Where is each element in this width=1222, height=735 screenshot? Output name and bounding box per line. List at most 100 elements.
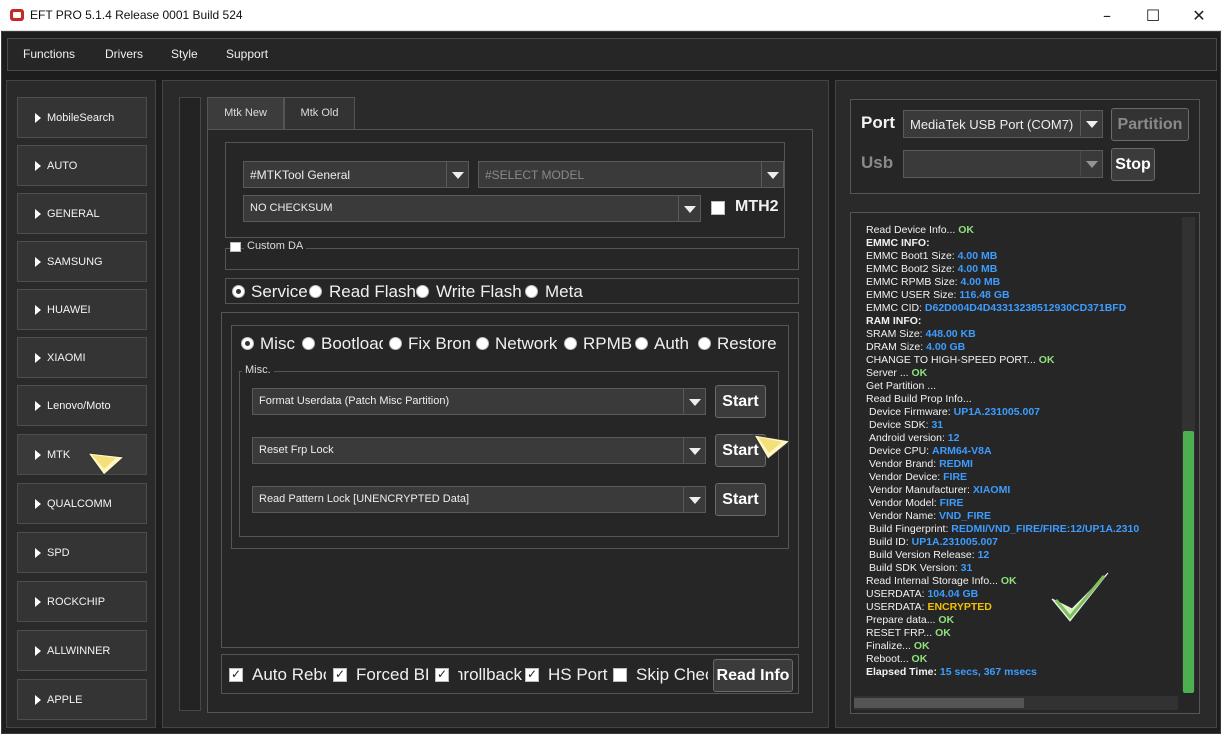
log-value: OK	[1000, 575, 1017, 587]
reset-frp-select[interactable]: Reset Frp Lock	[252, 437, 706, 464]
log-line: RAM INFO:	[866, 315, 921, 327]
brand-spd-button[interactable]: SPD	[17, 532, 147, 573]
log-value: OK	[935, 627, 951, 639]
play-icon	[35, 548, 41, 558]
log-text: DRAM Size:	[866, 341, 927, 353]
log-text: SRAM Size:	[866, 328, 926, 340]
log-text: EMMC CID:	[866, 302, 925, 314]
brand-general-button[interactable]: GENERAL	[17, 193, 147, 234]
brand-allwinner-button[interactable]: ALLWINNER	[17, 630, 147, 671]
rpmb-radio[interactable]	[564, 337, 577, 350]
menu-drivers[interactable]: Drivers	[105, 47, 143, 61]
log-text: Elapsed Time:	[866, 666, 940, 678]
maximize-icon[interactable]: ☐	[1130, 0, 1176, 31]
operations-group: Misc Bootloader Fix Brom Network RPMB Au…	[221, 312, 799, 648]
read-flash-radio[interactable]	[309, 285, 322, 298]
log-value: OK	[1038, 354, 1055, 366]
log-vertical-scrollbar[interactable]	[1182, 217, 1195, 693]
minimize-icon[interactable]: –	[1084, 0, 1130, 31]
bootloader-label: Bootloader	[321, 334, 383, 353]
log-text: USERDATA:	[866, 588, 928, 600]
tab-mtk-old[interactable]: Mtk Old	[284, 97, 355, 130]
network-label: Network	[495, 334, 558, 353]
custom-da-group	[225, 248, 799, 270]
menu-support[interactable]: Support	[226, 47, 268, 61]
log-value: 31	[931, 419, 944, 431]
forced-brom-checkbox[interactable]	[333, 667, 347, 682]
hs-port-checkbox[interactable]	[525, 667, 539, 682]
log-horizontal-scrollbar[interactable]	[854, 696, 1178, 710]
close-icon[interactable]: ✕	[1176, 0, 1222, 31]
scroll-thumb[interactable]	[1183, 431, 1194, 693]
auth-radio[interactable]	[635, 337, 648, 350]
brand-mtk-button[interactable]: MTK	[17, 434, 147, 476]
brand-qualcomm-button[interactable]: QUALCOMM	[17, 483, 147, 524]
log-line: Reboot... OK	[866, 653, 927, 665]
brand-apple-button[interactable]: APPLE	[17, 679, 147, 720]
scroll-thumb[interactable]	[854, 698, 1024, 708]
chevron-down-icon	[683, 438, 705, 463]
brand-xiaomi-button[interactable]: XIAOMI	[17, 337, 147, 378]
chevron-down-icon	[683, 389, 705, 414]
log-line: Elapsed Time: 15 secs, 367 msecs	[866, 666, 1037, 678]
brand-rockchip-button[interactable]: ROCKCHIP	[17, 581, 147, 622]
chevron-down-icon	[678, 196, 700, 221]
log-line: USERDATA: 104.04 GB	[866, 588, 978, 600]
misc-radio[interactable]	[241, 337, 254, 350]
log-text: Build Version Release:	[869, 549, 978, 561]
menu-style[interactable]: Style	[171, 47, 198, 61]
log-value: 12	[947, 432, 960, 444]
play-icon	[35, 646, 41, 656]
brand-auto-button[interactable]: AUTO	[17, 145, 147, 186]
log-line: Device Firmware: UP1A.231005.007	[869, 406, 1040, 418]
stop-button[interactable]: Stop	[1111, 148, 1155, 181]
log-line: EMMC INFO:	[866, 237, 930, 249]
model-select[interactable]: #SELECT MODEL	[478, 161, 784, 188]
unrollback-checkbox[interactable]	[435, 667, 449, 682]
mth2-checkbox[interactable]	[711, 201, 725, 215]
network-radio[interactable]	[476, 337, 489, 350]
port-select[interactable]: MediaTek USB Port (COM7)	[903, 110, 1103, 138]
read-pattern-select[interactable]: Read Pattern Lock [UNENCRYPTED Data]	[252, 486, 706, 513]
log-line: Device SDK: 31	[869, 419, 943, 431]
service-label: Service	[251, 282, 308, 301]
auto-reboot-checkbox[interactable]	[229, 667, 243, 682]
read-info-button[interactable]: Read Info	[713, 659, 793, 692]
service-radio[interactable]	[232, 285, 245, 298]
meta-radio[interactable]	[525, 285, 538, 298]
format-userdata-select[interactable]: Format Userdata (Patch Misc Partition)	[252, 388, 706, 415]
brand-mobilesearch-button[interactable]: MobileSearch	[17, 97, 147, 138]
fix-brom-radio[interactable]	[389, 337, 402, 350]
log-line: EMMC RPMB Size: 4.00 MB	[866, 276, 1000, 288]
skip-check-checkbox[interactable]	[613, 668, 627, 682]
restore-radio[interactable]	[698, 337, 711, 350]
log-value: 4.00 MB	[957, 263, 998, 275]
partition-button[interactable]: Partition	[1111, 108, 1189, 141]
tool-select[interactable]: #MTKTool General	[243, 161, 469, 188]
usb-select[interactable]	[903, 150, 1103, 178]
log-text: EMMC Boot2 Size:	[866, 263, 958, 275]
log-text: RAM INFO:	[866, 315, 922, 327]
play-icon	[35, 353, 41, 363]
log-value: VND_FIRE	[939, 510, 991, 522]
write-flash-radio[interactable]	[416, 285, 429, 298]
read-pattern-start-button[interactable]: Start	[715, 483, 766, 516]
log-line: Finalize... OK	[866, 640, 930, 652]
log-value: FIRE	[943, 471, 968, 483]
log-text: Get Partition ...	[866, 380, 937, 392]
log-text: Reboot...	[866, 653, 912, 665]
custom-da-checkbox[interactable]	[230, 242, 241, 252]
format-userdata-start-button[interactable]: Start	[715, 385, 766, 418]
log-value: FIRE	[939, 497, 964, 509]
brand-lenovo-moto-button[interactable]: Lenovo/Moto	[17, 385, 147, 426]
log-line: Get Partition ...	[866, 380, 936, 392]
tab-mtk-new[interactable]: Mtk New	[207, 97, 284, 130]
checksum-select[interactable]: NO CHECKSUM	[243, 195, 701, 222]
log-text: Device Firmware:	[869, 406, 954, 418]
bootloader-radio[interactable]	[302, 337, 315, 350]
brand-samsung-button[interactable]: SAMSUNG	[17, 241, 147, 282]
log-line: EMMC Boot2 Size: 4.00 MB	[866, 263, 997, 275]
brand-huawei-button[interactable]: HUAWEI	[17, 289, 147, 330]
log-value: REDMI	[939, 458, 973, 470]
menu-functions[interactable]: Functions	[23, 47, 75, 61]
